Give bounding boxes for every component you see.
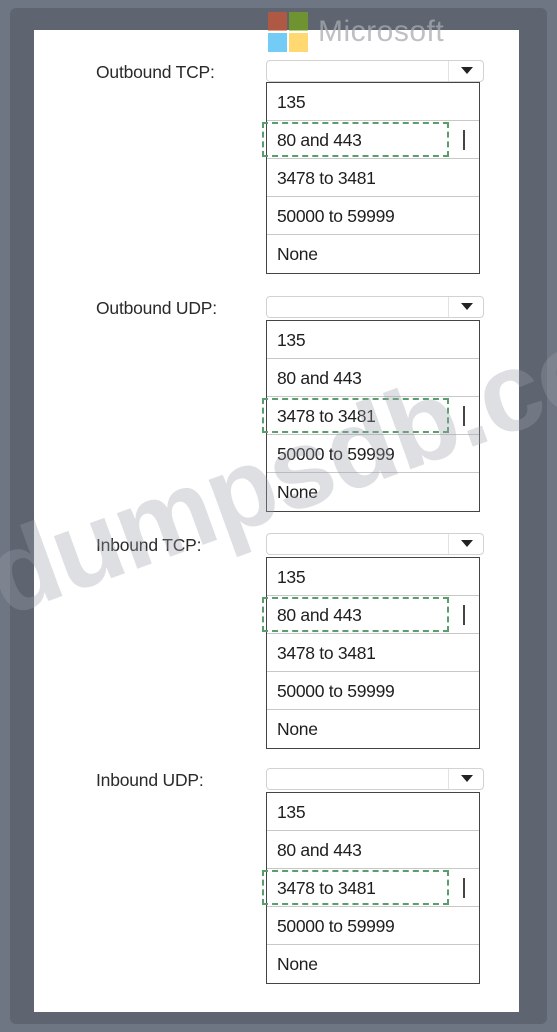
chevron-down-icon <box>461 303 473 310</box>
dropdown-button[interactable] <box>448 534 483 554</box>
option-3478-to-3481[interactable]: 3478 to 3481 <box>262 397 479 435</box>
microsoft-squares-icon <box>268 12 308 52</box>
option-80-and-443[interactable]: 80 and 443 <box>267 831 479 869</box>
option-none[interactable]: None <box>267 710 479 748</box>
option-80-and-443[interactable]: 80 and 443 <box>262 596 479 634</box>
inbound-udp-label: Inbound UDP: <box>96 770 204 790</box>
option-none[interactable]: None <box>267 473 479 511</box>
option-135[interactable]: 135 <box>267 83 479 121</box>
option-3478-to-3481[interactable]: 3478 to 3481 <box>262 869 479 907</box>
option-135[interactable]: 135 <box>267 793 479 831</box>
outbound-tcp-options: 135 80 and 443 3478 to 3481 50000 to 599… <box>262 82 480 274</box>
inbound-udp-options: 135 80 and 443 3478 to 3481 50000 to 599… <box>262 792 480 984</box>
chevron-down-icon <box>461 775 473 782</box>
option-3478-to-3481[interactable]: 3478 to 3481 <box>267 634 479 672</box>
option-50000-to-59999[interactable]: 50000 to 59999 <box>267 907 479 945</box>
dropdown-button[interactable] <box>448 297 483 317</box>
microsoft-logo: Microsoft <box>268 12 444 52</box>
outbound-udp-options: 135 80 and 443 3478 to 3481 50000 to 599… <box>262 320 480 512</box>
option-3478-to-3481[interactable]: 3478 to 3481 <box>267 159 479 197</box>
inbound-tcp-dropdown[interactable] <box>266 533 484 555</box>
outbound-udp-dropdown[interactable] <box>266 296 484 318</box>
logo-text: Microsoft <box>318 15 445 48</box>
option-50000-to-59999[interactable]: 50000 to 59999 <box>267 672 479 710</box>
outbound-udp-label: Outbound UDP: <box>96 298 217 318</box>
option-none[interactable]: None <box>267 235 479 273</box>
option-135[interactable]: 135 <box>267 558 479 596</box>
outbound-tcp-dropdown[interactable] <box>266 60 484 82</box>
option-80-and-443[interactable]: 80 and 443 <box>262 121 479 159</box>
inbound-tcp-label: Inbound TCP: <box>96 535 202 555</box>
option-50000-to-59999[interactable]: 50000 to 59999 <box>267 197 479 235</box>
chevron-down-icon <box>461 540 473 547</box>
inbound-udp-dropdown[interactable] <box>266 768 484 790</box>
option-none[interactable]: None <box>267 945 479 983</box>
inbound-tcp-options: 135 80 and 443 3478 to 3481 50000 to 599… <box>262 557 480 749</box>
outbound-tcp-label: Outbound TCP: <box>96 62 215 82</box>
option-80-and-443[interactable]: 80 and 443 <box>267 359 479 397</box>
dropdown-button[interactable] <box>448 61 483 81</box>
option-135[interactable]: 135 <box>267 321 479 359</box>
chevron-down-icon <box>461 67 473 74</box>
dropdown-button[interactable] <box>448 769 483 789</box>
option-50000-to-59999[interactable]: 50000 to 59999 <box>267 435 479 473</box>
